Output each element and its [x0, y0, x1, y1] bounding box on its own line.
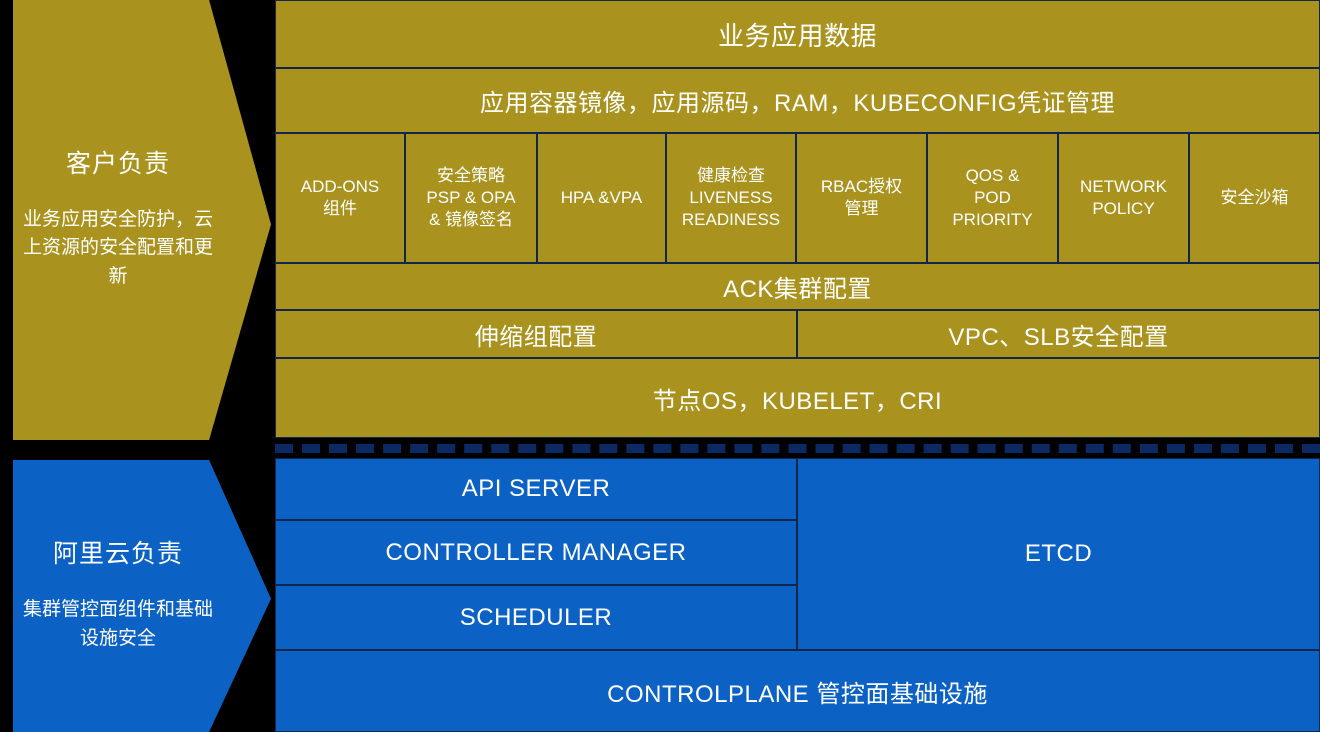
- layer-row-images: 应用容器镜像，应用源码，RAM，KUBECONFIG凭证管理: [275, 68, 1320, 133]
- layer-security-policy[interactable]: 安全策略 PSP & OPA & 镜像签名: [405, 133, 537, 263]
- layer-row-components: ADD-ONS 组件 安全策略 PSP & OPA & 镜像签名 HPA &VPA 健…: [275, 133, 1320, 263]
- layer-row-app-data: 业务应用数据: [275, 0, 1320, 68]
- layer-api-server[interactable]: API SERVER: [275, 458, 797, 520]
- responsibility-boundary-divider: [275, 444, 1320, 453]
- aliyun-responsibility-subtitle: 集群管控面组件和基础设施安全: [22, 599, 213, 649]
- layer-row-scaling-vpc: 伸缩组配置 VPC、SLB安全配置: [275, 310, 1320, 358]
- aliyun-layer-stack: API SERVER CONTROLLER MANAGER SCHEDULER …: [275, 458, 1320, 732]
- layer-node-os[interactable]: 节点OS，KUBELET，CRI: [275, 358, 1320, 438]
- layer-ack-cluster-config[interactable]: ACK集群配置: [275, 263, 1320, 310]
- aliyun-responsibility-chevron: 阿里云负责 集群管控面组件和基础设施安全: [13, 460, 271, 732]
- layer-health-check[interactable]: 健康检查 LIVENESS READINESS: [666, 133, 796, 263]
- layer-etcd[interactable]: ETCD: [797, 458, 1320, 650]
- customer-responsibility-title: 客户负责: [65, 149, 170, 178]
- customer-responsibility-chevron: 客户负责 业务应用安全防护，云上资源的安全配置和更新: [13, 0, 271, 440]
- layer-app-data[interactable]: 业务应用数据: [275, 0, 1320, 68]
- layer-qos-pod-priority[interactable]: QOS & POD PRIORITY: [927, 133, 1058, 263]
- layer-scheduler[interactable]: SCHEDULER: [275, 585, 797, 650]
- control-plane-infra-row: CONTROLPLANE 管控面基础设施: [275, 650, 1320, 732]
- control-plane-left-column: API SERVER CONTROLLER MANAGER SCHEDULER: [275, 458, 797, 650]
- layer-vpc-slb-config[interactable]: VPC、SLB安全配置: [797, 310, 1320, 358]
- layer-controlplane-infrastructure[interactable]: CONTROLPLANE 管控面基础设施: [275, 650, 1320, 732]
- customer-responsibility-subtitle: 业务应用安全防护，云上资源的安全配置和更新: [23, 208, 214, 287]
- control-plane-components-row: API SERVER CONTROLLER MANAGER SCHEDULER …: [275, 458, 1320, 650]
- layer-images-credentials[interactable]: 应用容器镜像，应用源码，RAM，KUBECONFIG凭证管理: [275, 68, 1320, 133]
- layer-controller-manager[interactable]: CONTROLLER MANAGER: [275, 520, 797, 585]
- diagram-canvas: 客户负责 业务应用安全防护，云上资源的安全配置和更新 阿里云负责 集群管控面组件…: [0, 0, 1320, 732]
- aliyun-responsibility-title: 阿里云负责: [52, 539, 183, 568]
- layer-network-policy[interactable]: NETWORK POLICY: [1058, 133, 1189, 263]
- layer-scaling-group-config[interactable]: 伸缩组配置: [275, 310, 797, 358]
- layer-row-node-os: 节点OS，KUBELET，CRI: [275, 358, 1320, 438]
- layer-security-sandbox[interactable]: 安全沙箱: [1189, 133, 1320, 263]
- layer-hpa-vpa[interactable]: HPA &VPA: [537, 133, 666, 263]
- customer-layer-stack: 业务应用数据 应用容器镜像，应用源码，RAM，KUBECONFIG凭证管理 AD…: [275, 0, 1320, 440]
- layer-rbac[interactable]: RBAC授权 管理: [796, 133, 927, 263]
- layer-addons[interactable]: ADD-ONS 组件: [275, 133, 405, 263]
- layer-row-ack: ACK集群配置: [275, 263, 1320, 310]
